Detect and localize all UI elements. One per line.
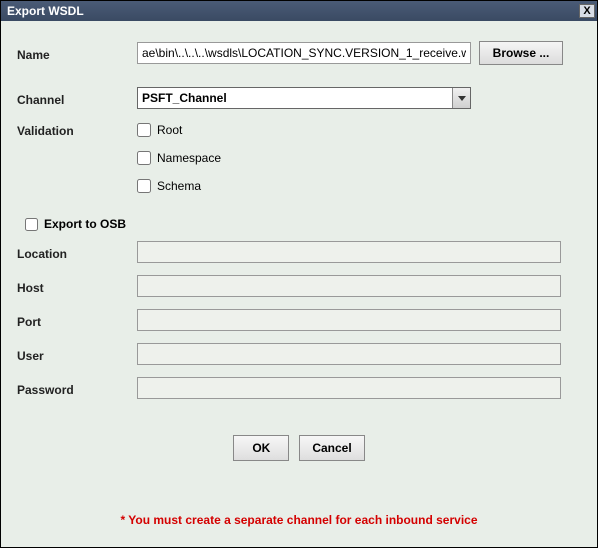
name-label: Name [17, 45, 137, 62]
validation-schema-label: Schema [157, 179, 201, 193]
host-label: Host [17, 278, 137, 295]
export-wsdl-dialog: Export WSDL X Name Browse ... Channel PS… [0, 0, 598, 548]
location-row: Location [17, 241, 581, 263]
password-label: Password [17, 380, 137, 397]
user-label: User [17, 346, 137, 363]
validation-schema-row: Schema [137, 179, 221, 193]
validation-namespace-checkbox[interactable] [137, 151, 151, 165]
export-osb-row: Export to OSB [25, 217, 581, 231]
channel-select-wrap: PSFT_Channel [137, 87, 471, 109]
cancel-button[interactable]: Cancel [299, 435, 364, 461]
validation-row: Validation Root Namespace Schema [17, 121, 581, 193]
validation-namespace-row: Namespace [137, 151, 221, 165]
ok-button[interactable]: OK [233, 435, 289, 461]
host-row: Host [17, 275, 581, 297]
channel-row: Channel PSFT_Channel [17, 87, 581, 109]
channel-select[interactable]: PSFT_Channel [137, 87, 471, 109]
password-row: Password [17, 377, 581, 399]
password-input [137, 377, 561, 399]
validation-namespace-label: Namespace [157, 151, 221, 165]
name-input[interactable] [137, 42, 471, 64]
dialog-content: Name Browse ... Channel PSFT_Channel Val… [1, 21, 597, 547]
validation-group: Root Namespace Schema [137, 121, 221, 193]
validation-schema-checkbox[interactable] [137, 179, 151, 193]
location-input [137, 241, 561, 263]
validation-root-label: Root [157, 123, 182, 137]
validation-label: Validation [17, 121, 137, 138]
user-row: User [17, 343, 581, 365]
location-label: Location [17, 244, 137, 261]
export-osb-label: Export to OSB [44, 217, 126, 231]
footer-warning: * You must create a separate channel for… [17, 513, 581, 537]
port-input [137, 309, 561, 331]
dialog-buttons: OK Cancel [17, 435, 581, 461]
port-row: Port [17, 309, 581, 331]
titlebar: Export WSDL X [1, 1, 597, 21]
export-osb-checkbox[interactable] [25, 218, 38, 231]
dialog-title: Export WSDL [7, 4, 84, 18]
validation-root-row: Root [137, 123, 221, 137]
browse-button[interactable]: Browse ... [479, 41, 563, 65]
close-icon[interactable]: X [579, 4, 595, 18]
name-row: Name Browse ... [17, 41, 581, 65]
user-input [137, 343, 561, 365]
host-input [137, 275, 561, 297]
channel-label: Channel [17, 90, 137, 107]
port-label: Port [17, 312, 137, 329]
validation-root-checkbox[interactable] [137, 123, 151, 137]
